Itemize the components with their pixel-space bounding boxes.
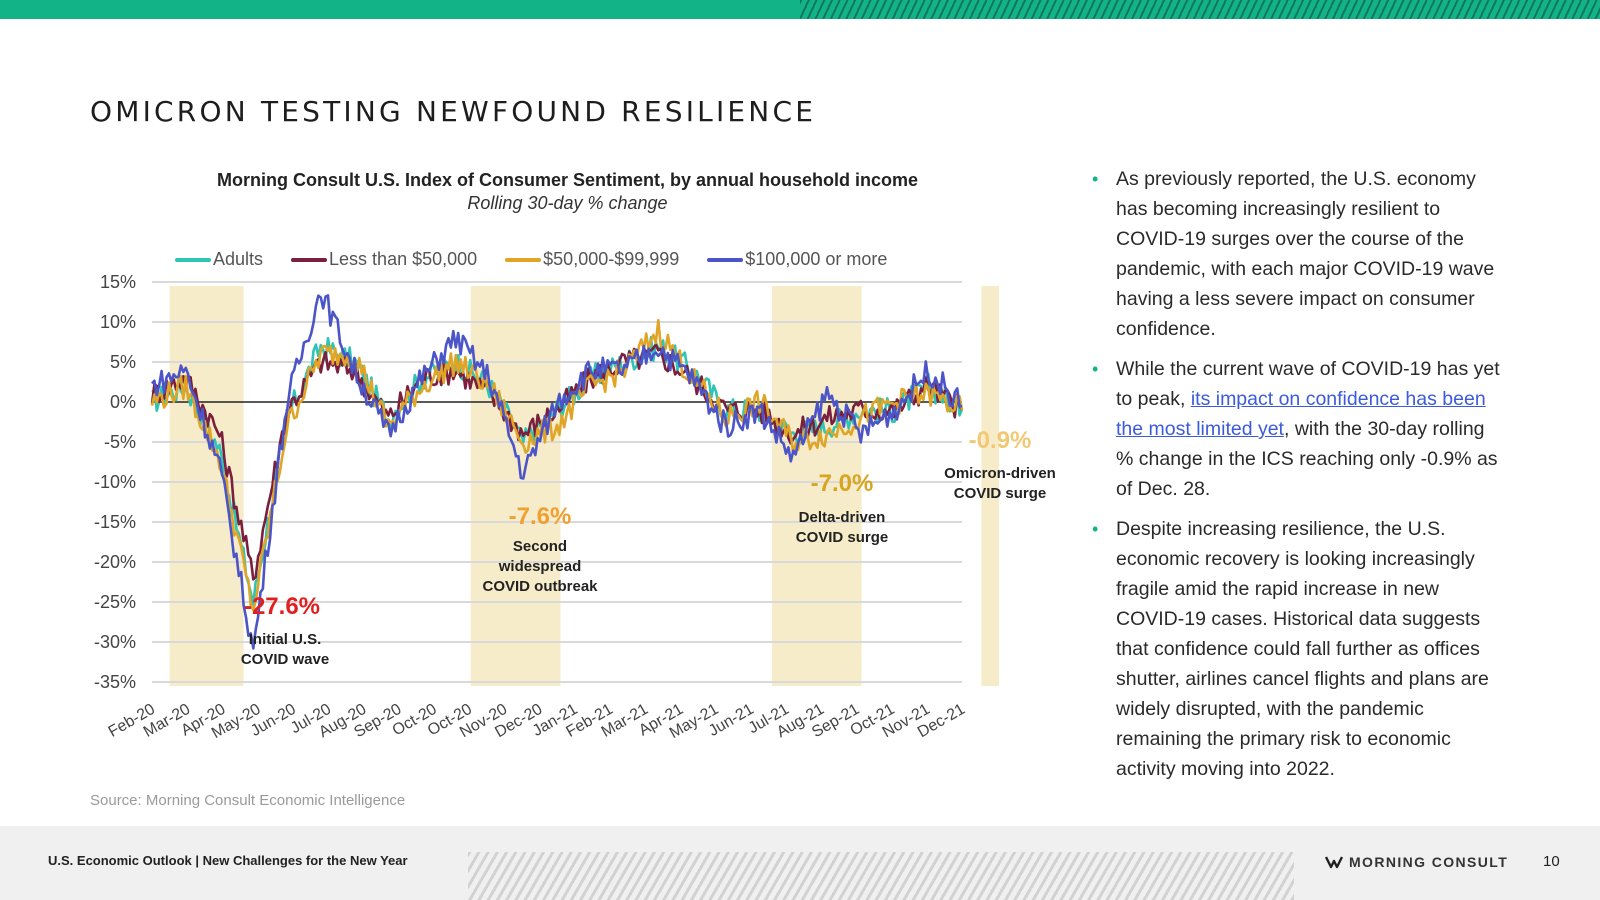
- y-tick-label: 15%: [100, 272, 136, 292]
- shaded-period-2: [470, 286, 561, 686]
- bullet-item: While the current wave of COVID-19 has y…: [1092, 354, 1502, 504]
- y-tick-label: -25%: [94, 592, 136, 612]
- y-tick-label: 5%: [110, 352, 136, 372]
- logo-mark-icon: [1325, 856, 1343, 869]
- footer: U.S. Economic Outlook | New Challenges f…: [0, 826, 1600, 900]
- annotation-value-initial-wave: -27.6%: [243, 593, 321, 620]
- bullet-item: Despite increasing resilience, the U.S. …: [1092, 514, 1502, 784]
- annotation-label-delta: Delta-driven COVID surge: [772, 508, 912, 548]
- annotation-line: Delta-driven: [798, 509, 886, 526]
- chart-source: Source: Morning Consult Economic Intelli…: [90, 792, 406, 809]
- annotation-value-delta: -7.0%: [810, 470, 874, 497]
- annotation-line: Second: [512, 538, 568, 555]
- annotation-line: Initial U.S.: [248, 631, 322, 648]
- bullet-item: As previously reported, the U.S. economy…: [1092, 164, 1502, 344]
- annotation-label-initial-wave: Initial U.S. COVID wave: [220, 630, 350, 670]
- y-tick-label: -15%: [94, 512, 136, 532]
- y-tick-label: -5%: [104, 432, 136, 452]
- y-tick-label: -20%: [94, 552, 136, 572]
- annotation-label-omicron: Omicron-driven COVID surge: [925, 464, 1075, 504]
- y-tick-label: -30%: [94, 632, 136, 652]
- annotation-line: COVID wave: [240, 651, 330, 668]
- annotation-line: Omicron-driven: [944, 465, 1056, 482]
- annotation-value-omicron: -0.9%: [968, 427, 1032, 454]
- annotation-line: COVID surge: [795, 529, 889, 546]
- line-chart: 15%10%5%0%-5%-10%-15%-20%-25%-30%-35%Feb…: [94, 272, 999, 742]
- y-tick-label: 10%: [100, 312, 136, 332]
- morning-consult-logo: MORNING CONSULT: [1325, 854, 1508, 870]
- annotation-line: widespread: [498, 558, 582, 575]
- bullet-list: As previously reported, the U.S. economy…: [1092, 164, 1502, 794]
- footer-pattern: [468, 852, 1294, 900]
- page-number: 10: [1543, 853, 1560, 870]
- y-tick-label: 0%: [110, 392, 136, 412]
- annotation-line: COVID surge: [953, 485, 1047, 502]
- annotation-line: COVID outbreak: [482, 578, 598, 595]
- y-tick-label: -35%: [94, 672, 136, 692]
- annotation-value-second-outbreak: -7.6%: [508, 503, 572, 530]
- logo-wordmark: MORNING CONSULT: [1349, 854, 1509, 870]
- annotation-label-second-outbreak: Second widespread COVID outbreak: [465, 537, 615, 597]
- y-tick-label: -10%: [94, 472, 136, 492]
- footer-text: U.S. Economic Outlook | New Challenges f…: [48, 853, 408, 868]
